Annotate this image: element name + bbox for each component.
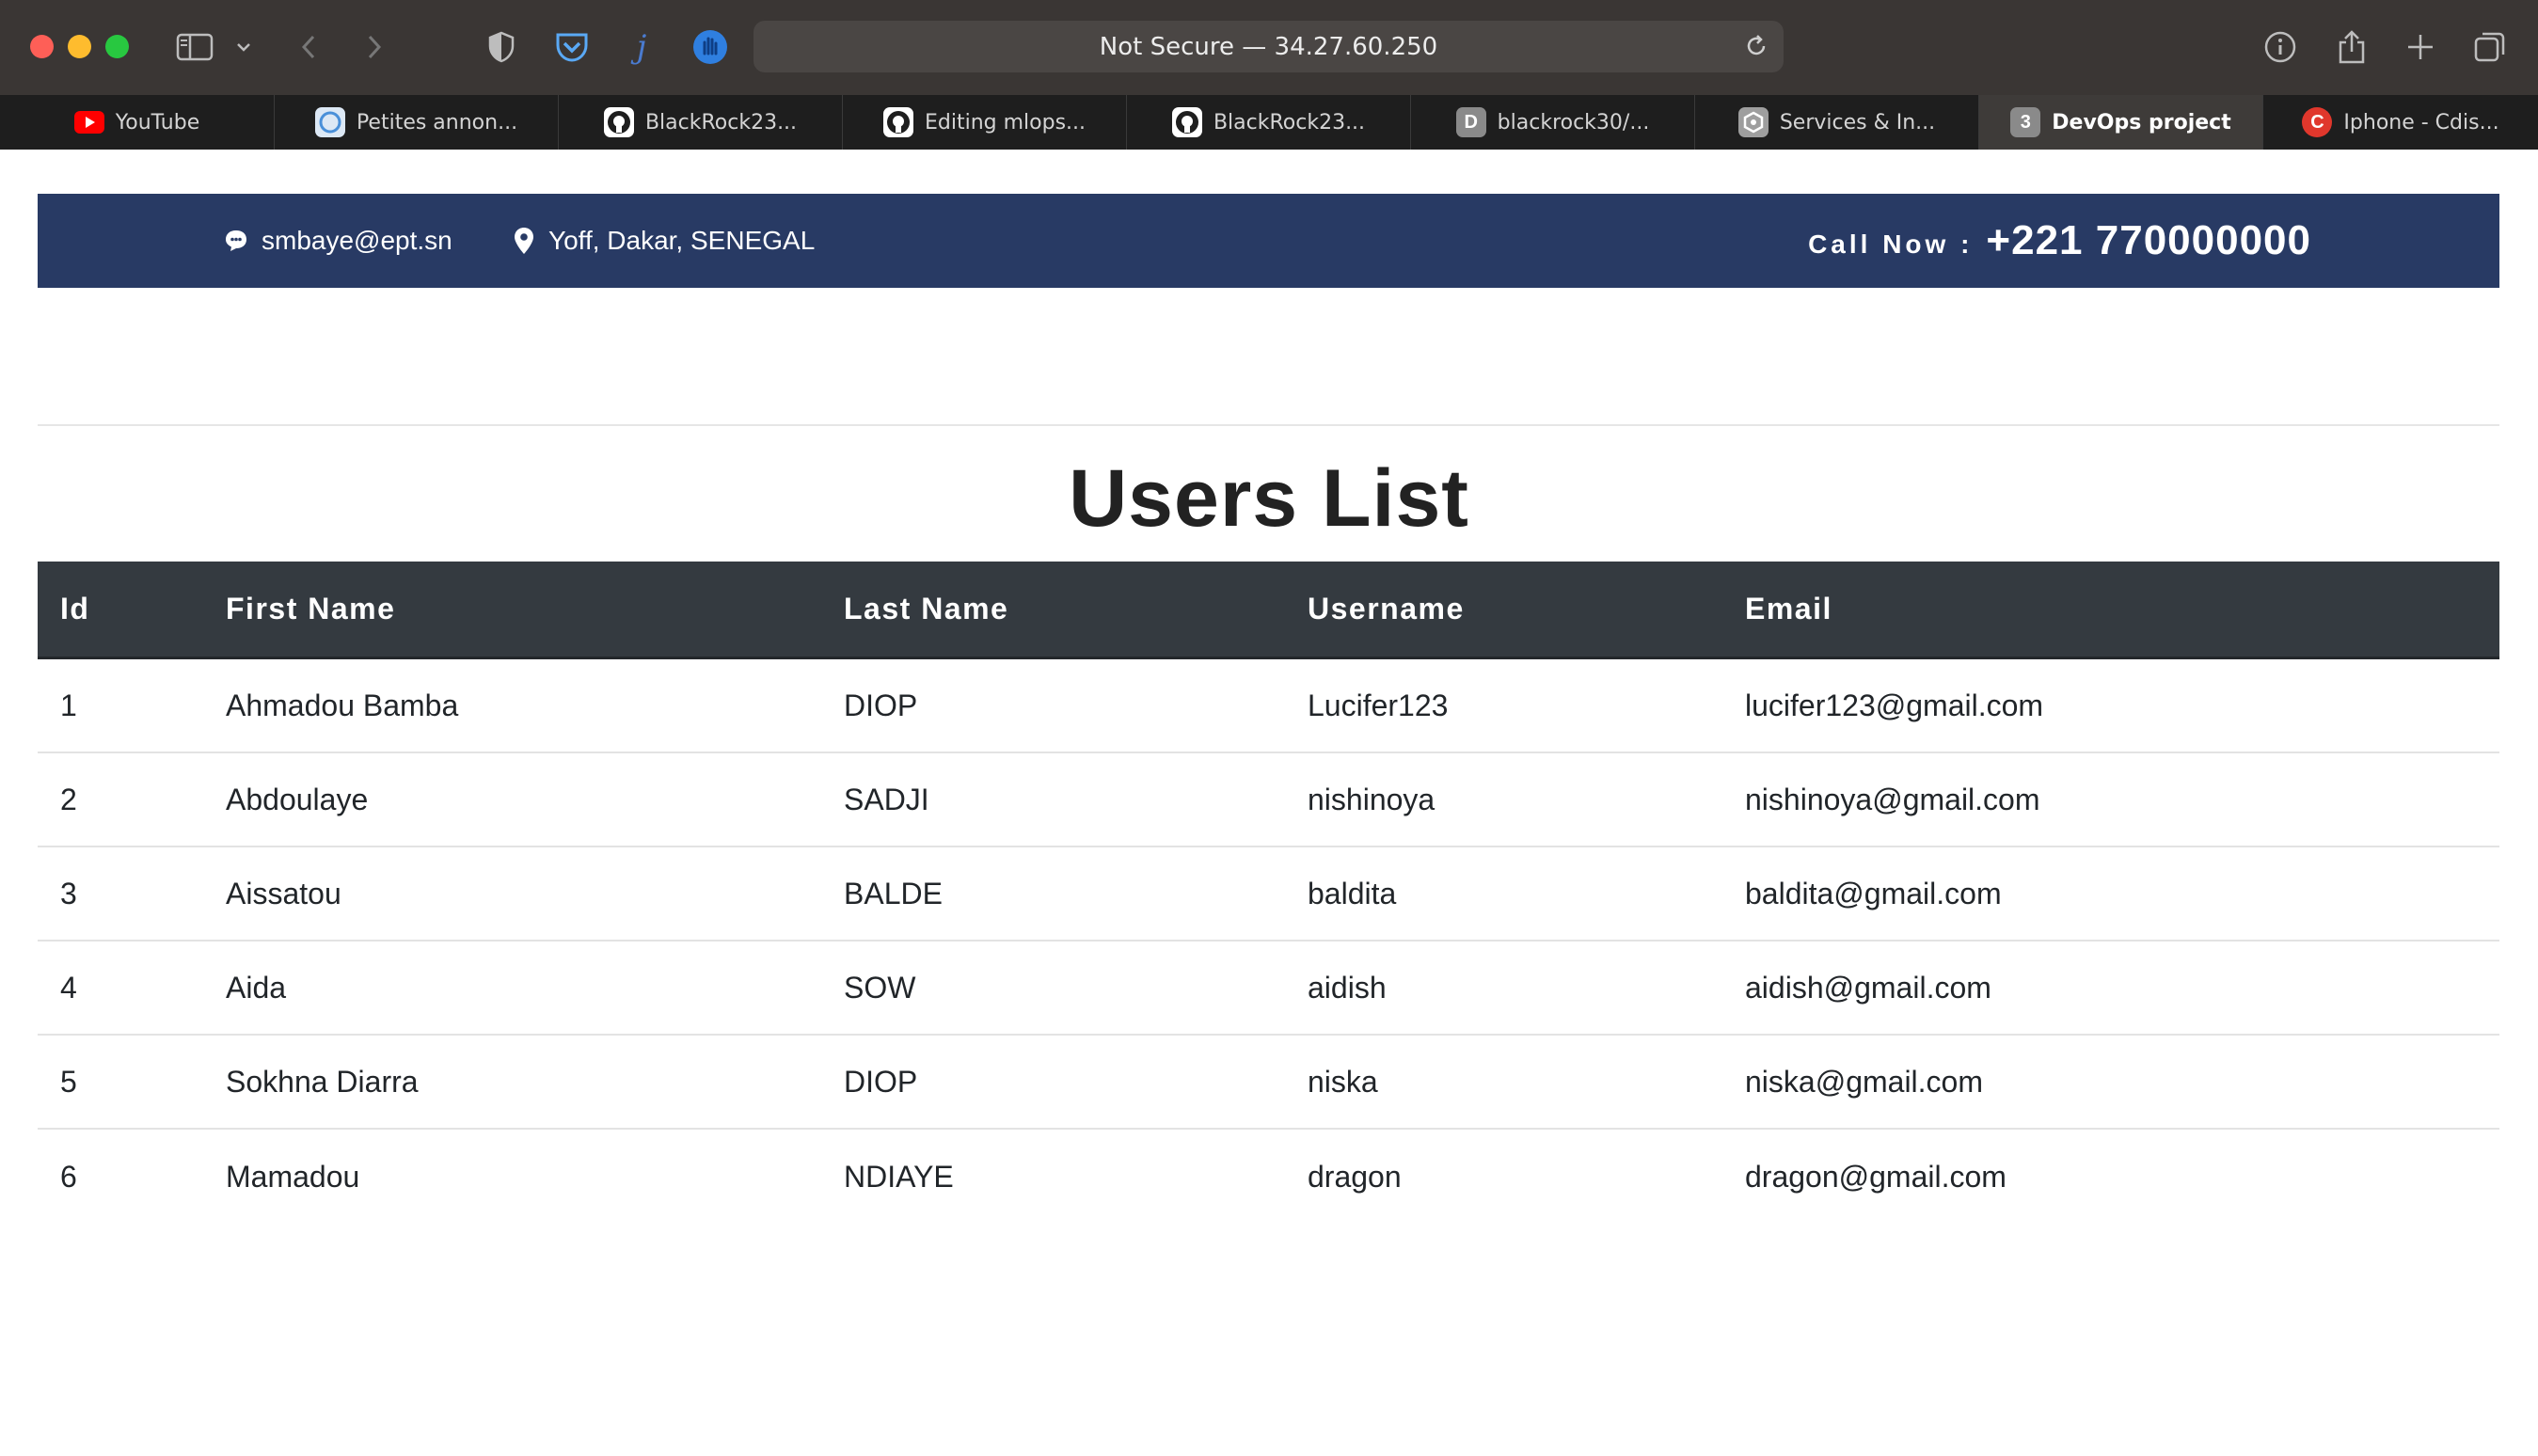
table-row: 3 Aissatou BALDE baldita baldita@gmail.c… [38,847,2499,942]
reload-icon[interactable] [1742,32,1770,65]
tab-blackrock30[interactable]: D blackrock30/... [1411,95,1695,150]
browser-toolbar: j Not Secure — 34.27.60.250 [0,0,2538,95]
cell-email: aidish@gmail.com [1745,970,1991,1005]
chat-bubble-icon [224,229,248,253]
hand-blocker-icon[interactable] [690,28,731,66]
cell-last-name: BALDE [844,876,943,910]
forward-icon[interactable] [360,28,389,66]
privacy-shield-icon[interactable] [484,28,518,66]
github-icon [1171,107,1202,137]
tab-devops-project[interactable]: 3 DevOps project [1979,95,2263,150]
column-header-first-name: First Name [226,592,396,625]
tab-youtube[interactable]: YouTube [0,95,275,150]
cell-email: lucifer123@gmail.com [1745,688,2044,722]
address-bar[interactable]: Not Secure — 34.27.60.250 [753,21,1784,72]
tab-services-instances[interactable]: Services & In... [1695,95,1979,150]
cell-last-name: SADJI [844,782,929,816]
cell-username: baldita [1308,876,1397,910]
tab-blackrock23-b[interactable]: BlackRock23... [1127,95,1411,150]
cell-first-name: Aida [226,970,287,1005]
call-now-label: Call Now : [1808,229,1974,259]
d-letter-icon: D [1455,107,1486,137]
cell-id: 4 [60,970,77,1005]
cell-email: baldita@gmail.com [1745,876,2002,910]
tab-overview-icon[interactable] [2471,28,2509,66]
cell-id: 2 [60,782,77,816]
info-icon[interactable] [2261,28,2299,66]
zoom-window-button[interactable] [105,35,129,58]
github-icon [603,107,634,137]
cell-last-name: SOW [844,970,916,1005]
cell-username: nishinoya [1308,782,1436,816]
tab-blackrock23-a[interactable]: BlackRock23... [559,95,843,150]
tab-bar: YouTube Petites annon... BlackRock23... … [0,95,2538,150]
cell-username: niska [1308,1064,1378,1099]
table-row: 2 Abdoulaye SADJI nishinoya nishinoya@gm… [38,753,2499,847]
tab-iphone-cdiscount[interactable]: C Iphone - Cdis... [2263,95,2538,150]
cell-first-name: Mamadou [226,1159,360,1194]
phone-number: +221 770000000 [1986,217,2311,263]
cell-username: dragon [1308,1159,1402,1194]
tab-petites-annonces[interactable]: Petites annon... [275,95,559,150]
cell-last-name: DIOP [844,688,918,722]
location-text: Yoff, Dakar, SENEGAL [548,226,816,255]
section-divider [38,424,2499,426]
email-contact[interactable]: smbaye@ept.sn [224,194,452,288]
cell-first-name: Ahmadou Bamba [226,688,459,722]
sidebar-icon[interactable] [174,28,215,66]
cell-last-name: DIOP [844,1064,918,1099]
location-contact: Yoff, Dakar, SENEGAL [513,194,815,288]
column-header-id: Id [60,592,90,625]
cell-email: dragon@gmail.com [1745,1159,2007,1194]
address-url: Not Secure — 34.27.60.250 [1099,32,1438,61]
column-header-username: Username [1308,592,1465,625]
table-row: 4 Aida SOW aidish aidish@gmail.com [38,942,2499,1036]
cell-last-name: NDIAYE [844,1159,954,1194]
call-now[interactable]: Call Now : +221 770000000 [1808,194,2311,288]
c-letter-icon: C [2302,107,2333,137]
chevron-down-icon[interactable] [232,28,255,66]
new-tab-icon[interactable] [2402,28,2439,66]
column-header-last-name: Last Name [844,592,1009,625]
page-title: Users List [1069,453,1469,544]
email-text: smbaye@ept.sn [262,226,452,255]
share-icon[interactable] [2333,28,2371,66]
contact-topbar: smbaye@ept.sn Yoff, Dakar, SENEGAL Call … [38,194,2499,288]
table-row: 6 Mamadou NDIAYE dragon dragon@gmail.com [38,1130,2499,1224]
table-header-row: Id First Name Last Name Username Email [38,562,2499,659]
cell-username: aidish [1308,970,1387,1005]
map-pin-icon [513,227,535,255]
back-icon[interactable] [294,28,323,66]
cell-id: 6 [60,1159,77,1194]
pocket-icon[interactable] [553,28,591,66]
github-icon [882,107,913,137]
cell-first-name: Abdoulaye [226,782,369,816]
gcp-icon [1737,107,1769,137]
number-3-icon: 3 [2010,107,2041,137]
table-row: 1 Ahmadou Bamba DIOP Lucifer123 lucifer1… [38,659,2499,753]
page-content: smbaye@ept.sn Yoff, Dakar, SENEGAL Call … [0,150,2538,1456]
table-row: 5 Sokhna Diarra DIOP niska niska@gmail.c… [38,1036,2499,1130]
cell-id: 3 [60,876,77,910]
tab-editing-mlops[interactable]: Editing mlops... [843,95,1127,150]
petites-annonces-icon [314,107,345,137]
cell-username: Lucifer123 [1308,688,1449,722]
cell-first-name: Sokhna Diarra [226,1064,419,1099]
cell-id: 1 [60,688,77,722]
cell-email: niska@gmail.com [1745,1064,1983,1099]
cell-first-name: Aissatou [226,876,341,910]
extension-j-icon[interactable]: j [630,28,653,66]
users-table: Id First Name Last Name Username Email 1… [38,562,2499,1224]
column-header-email: Email [1745,592,1832,625]
cell-email: nishinoya@gmail.com [1745,782,2040,816]
youtube-icon [73,107,104,137]
close-window-button[interactable] [30,35,54,58]
minimize-window-button[interactable] [68,35,91,58]
cell-id: 5 [60,1064,77,1099]
